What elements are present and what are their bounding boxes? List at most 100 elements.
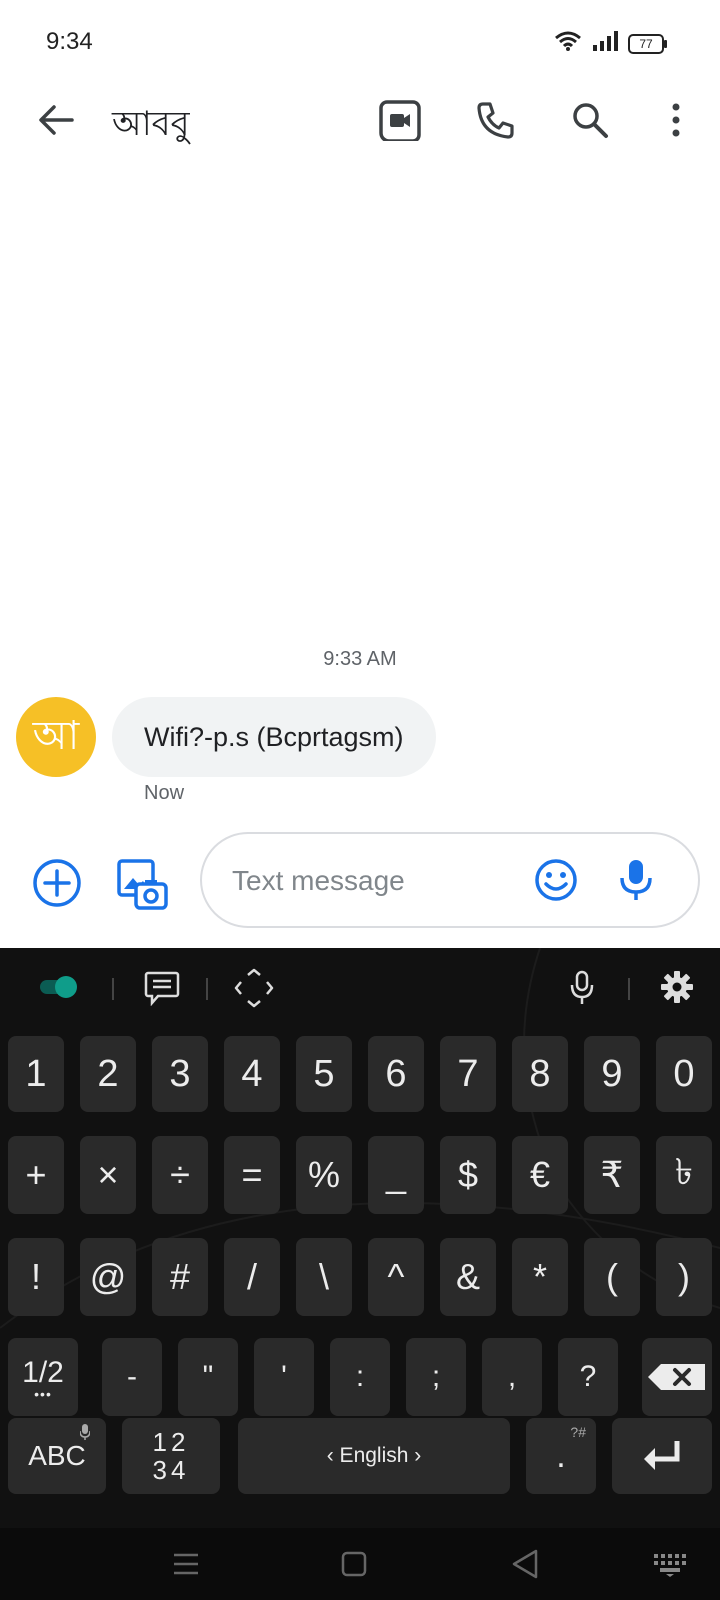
status-icons: 77 [554,30,667,57]
key-asterisk[interactable]: * [512,1238,568,1316]
keyboard-settings-button[interactable] [660,970,694,1004]
voice-input-button[interactable] [570,970,594,1006]
microphone-icon [620,860,652,900]
key-7[interactable]: 7 [440,1036,496,1112]
key-hash[interactable]: # [152,1238,208,1316]
key-exclamation[interactable]: ! [8,1238,64,1316]
period-key[interactable]: . ?# [526,1418,596,1494]
key-colon[interactable]: : [330,1338,390,1416]
period-hint: ?# [570,1424,586,1440]
recents-button[interactable] [172,1550,200,1578]
keyboard-toolbar [0,948,720,1024]
home-button[interactable] [340,1550,368,1578]
triangle-back-icon [512,1549,538,1579]
contact-avatar[interactable]: আ [16,697,96,777]
emoji-icon [535,859,577,901]
search-icon [573,103,608,138]
key-percent[interactable]: % [296,1136,352,1214]
key-caret[interactable]: ^ [368,1238,424,1316]
key-multiply[interactable]: × [80,1136,136,1214]
key-open-paren[interactable]: ( [584,1238,640,1316]
backspace-key[interactable] [642,1338,712,1416]
key-divide[interactable]: ÷ [152,1136,208,1214]
key-apostrophe[interactable]: ' [254,1338,314,1416]
keyboard-switch-button[interactable] [652,1550,688,1578]
more-vert-icon [672,103,680,137]
toggle-icon [40,976,77,998]
video-call-icon [379,100,421,141]
key-at[interactable]: @ [80,1238,136,1316]
add-attachment-button[interactable] [32,858,82,908]
key-5[interactable]: 5 [296,1036,352,1112]
key-comma[interactable]: , [482,1338,542,1416]
numeric-key-bottom: 34 [152,1455,190,1485]
add-circle-icon [33,859,81,907]
gallery-button[interactable] [116,858,168,910]
key-6[interactable]: 6 [368,1036,424,1112]
key-slash[interactable]: / [224,1238,280,1316]
square-icon [341,1551,367,1577]
cursor-move-icon [234,968,274,1008]
backspace-icon [648,1364,705,1390]
message-status: Now [144,782,185,804]
key-taka[interactable]: ৳ [656,1136,712,1214]
small-mic-icon [79,1424,91,1443]
voice-message-button[interactable] [618,858,654,902]
text-message-input[interactable] [230,858,514,904]
search-button[interactable] [566,96,614,144]
key-dollar[interactable]: $ [440,1136,496,1214]
menu-icon [174,1553,198,1575]
back-arrow-icon [39,105,74,135]
wifi-icon [554,30,582,57]
keyboard-toggle[interactable] [40,974,80,998]
more-options-button[interactable] [652,96,700,144]
enter-key[interactable] [612,1418,712,1494]
video-call-button[interactable] [376,96,424,144]
message-timestamp: 9:33 AM [323,648,397,670]
numeric-layout-key[interactable]: 12 34 [122,1418,220,1494]
key-1[interactable]: 1 [8,1036,64,1112]
gallery-camera-icon [117,859,168,910]
key-2[interactable]: 2 [80,1036,136,1112]
key-euro[interactable]: € [512,1136,568,1214]
microphone-icon [570,970,594,1004]
key-equals[interactable]: = [224,1136,280,1214]
key-plus[interactable]: + [8,1136,64,1214]
key-close-paren[interactable]: ) [656,1238,712,1316]
key-9[interactable]: 9 [584,1036,640,1112]
key-0[interactable]: 0 [656,1036,712,1112]
key-8[interactable]: 8 [512,1036,568,1112]
toolbar-divider [112,978,114,1000]
battery-icon: 77 [628,33,667,54]
back-nav-button[interactable] [510,1548,542,1580]
phone-call-button[interactable] [472,96,520,144]
navigation-bar [0,1528,720,1600]
key-underscore[interactable]: _ [368,1136,424,1214]
key-rupee[interactable]: ₹ [584,1136,640,1214]
key-question[interactable]: ? [558,1338,618,1416]
spacebar[interactable]: ‹ English › [238,1418,510,1494]
key-double-quote[interactable]: " [178,1338,238,1416]
clipboard-button[interactable] [144,970,180,1007]
compose-field[interactable] [200,832,700,928]
message-bubble[interactable]: Wifi?-p.s (Bcprtagsm) [112,697,436,777]
keyboard: 1 2 3 4 5 6 7 8 9 0 + × ÷ = % _ $ € ₹ ৳ … [0,948,720,1600]
numeric-key-top: 12 [152,1427,190,1457]
key-semicolon[interactable]: ; [406,1338,466,1416]
gear-icon [661,971,693,1003]
key-4[interactable]: 4 [224,1036,280,1112]
toolbar-divider [206,978,208,1000]
abc-key[interactable]: ABC [8,1418,106,1494]
back-button[interactable] [32,96,80,144]
cursor-control-button[interactable] [234,968,274,1008]
phone-icon [477,102,514,139]
key-backslash[interactable]: \ [296,1238,352,1316]
emoji-button[interactable] [534,858,578,902]
status-time: 9:34 [46,28,93,55]
contact-name: আববু [112,104,190,144]
abc-label: ABC [28,1440,86,1471]
key-3[interactable]: 3 [152,1036,208,1112]
key-fraction[interactable]: 1/2 ••• [8,1338,78,1416]
key-hyphen[interactable]: - [102,1338,162,1416]
key-ampersand[interactable]: & [440,1238,496,1316]
